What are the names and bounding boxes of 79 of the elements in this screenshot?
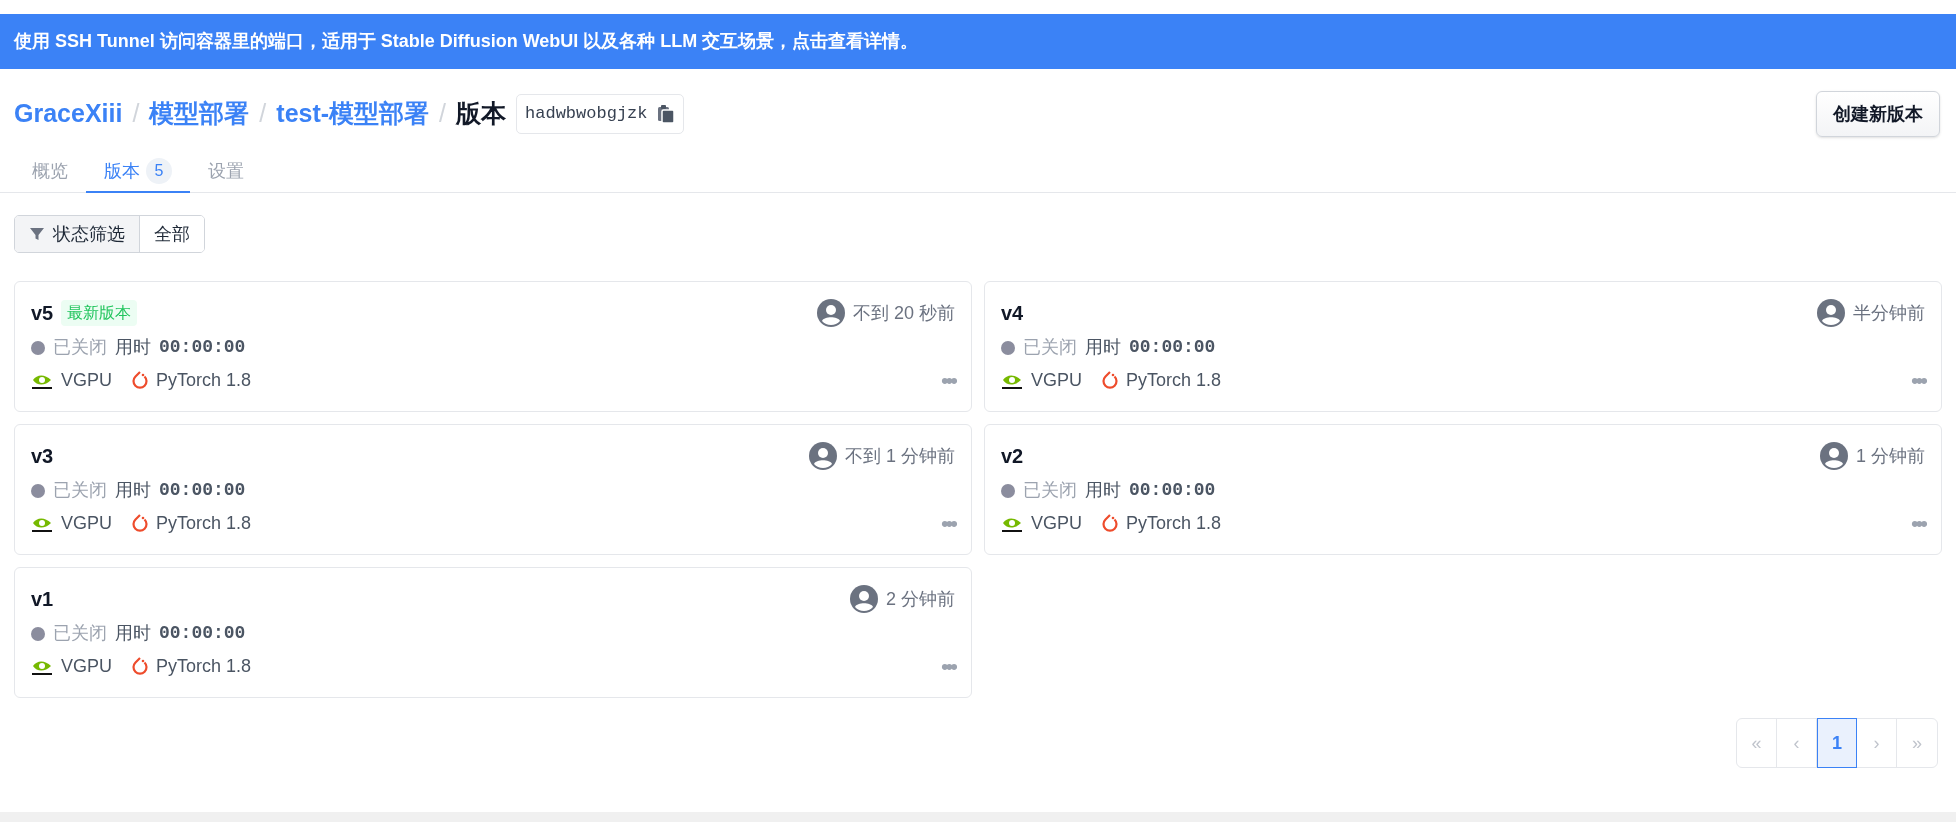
status-dot-icon	[1001, 340, 1015, 355]
framework-name: PyTorch 1.8	[156, 655, 252, 678]
gpu-type: VGPU	[1031, 369, 1082, 392]
version-card[interactable]: v2 1 分钟前 已关闭 用时 00:00:00 VGPU PyTorch 1.8 •••	[984, 424, 1942, 555]
duration-value: 00:00:00	[159, 622, 246, 645]
page-button[interactable]: 1	[1817, 718, 1857, 768]
duration-value: 00:00:00	[1129, 336, 1216, 359]
framework-name: PyTorch 1.8	[156, 369, 252, 392]
breadcrumb-separator: /	[259, 98, 267, 130]
status-text: 已关闭	[53, 479, 107, 502]
more-menu-button[interactable]: •••	[1910, 369, 1925, 392]
status-text: 已关闭	[53, 622, 107, 645]
user-avatar-icon	[816, 299, 845, 327]
breadcrumb-separator: /	[132, 98, 140, 130]
gpu-type: VGPU	[61, 655, 112, 678]
filter-icon	[29, 226, 45, 242]
create-version-button[interactable]: 创建新版本	[1816, 91, 1940, 137]
breadcrumb-separator: /	[439, 98, 447, 130]
version-name: v3	[31, 444, 54, 469]
user-avatar-icon	[1817, 299, 1845, 327]
version-name: v5	[31, 301, 54, 326]
tab[interactable]: 概览	[14, 151, 86, 193]
duration-label: 用时	[115, 622, 151, 645]
gpu-type: VGPU	[61, 512, 112, 535]
version-name: v2	[1001, 444, 1024, 469]
status-text: 已关闭	[1023, 336, 1077, 359]
breadcrumb-current: 版本	[456, 98, 507, 130]
version-card[interactable]: v3 不到 1 分钟前 已关闭 用时 00:00:00 VGPU PyTorch 1.8 •••	[14, 424, 972, 555]
created-time: 不到 1 分钟前	[845, 444, 955, 468]
duration-value: 00:00:00	[159, 479, 246, 502]
status-dot-icon	[31, 340, 45, 355]
latest-badge: 最新版本	[61, 300, 138, 326]
version-card[interactable]: v4 半分钟前 已关闭 用时 00:00:00 VGPU PyTorch 1.8 •••	[984, 281, 1942, 412]
duration-label: 用时	[1085, 479, 1121, 502]
user-avatar-icon	[850, 585, 878, 613]
framework-logo-icon	[132, 656, 148, 677]
version-card[interactable]: v1 2 分钟前 已关闭 用时 00:00:00 VGPU PyTorch 1.8 •••	[14, 567, 972, 698]
more-menu-button[interactable]: •••	[1910, 512, 1925, 535]
breadcrumb-link[interactable]: GraceXiii	[14, 95, 123, 133]
created-time: 半分钟前	[1853, 301, 1925, 325]
announcement-banner[interactable]: 使用 SSH Tunnel 访问容器里的端口，适用于 Stable Diffusion WebUI 以及各种 LLM 交互场景，点击查看详情。	[0, 14, 1956, 69]
tab[interactable]: 版本 5	[86, 151, 190, 193]
created-time: 不到 20 秒前	[852, 301, 955, 325]
count-badge: 5	[146, 158, 172, 184]
user-avatar-icon	[809, 442, 837, 470]
user-avatar-icon	[1820, 442, 1848, 470]
framework-logo-icon	[132, 370, 148, 391]
framework-logo-icon	[132, 513, 148, 534]
status-text: 已关闭	[1023, 479, 1077, 502]
status-dot-icon	[1001, 483, 1015, 498]
status-dot-icon	[31, 626, 45, 641]
framework-name: PyTorch 1.8	[1126, 512, 1222, 535]
tab[interactable]: 设置	[190, 151, 262, 193]
created-time: 2 分钟前	[886, 587, 955, 611]
framework-name: PyTorch 1.8	[156, 512, 252, 535]
version-name: v1	[31, 587, 54, 612]
breadcrumb-link[interactable]: test-模型部署	[276, 95, 430, 133]
duration-label: 用时	[1085, 336, 1121, 359]
duration-label: 用时	[115, 336, 151, 359]
deployment-id: hadwbwobgjzk	[525, 103, 648, 126]
gpu-type: VGPU	[61, 369, 112, 392]
more-menu-button[interactable]: •••	[940, 512, 955, 535]
framework-name: PyTorch 1.8	[1126, 369, 1222, 392]
more-menu-button[interactable]: •••	[940, 655, 955, 678]
framework-logo-icon	[1102, 370, 1118, 391]
created-time: 1 分钟前	[1856, 444, 1925, 468]
status-filter-button[interactable]: 状态筛选	[15, 216, 140, 252]
duration-label: 用时	[115, 479, 151, 502]
version-card[interactable]: v5 最新版本 不到 20 秒前 已关闭 用时 00:00:00 VGPU PyTorch 1.8 •••	[14, 281, 972, 412]
status-dot-icon	[31, 483, 45, 498]
framework-logo-icon	[1102, 513, 1118, 534]
gpu-type: VGPU	[1031, 512, 1082, 535]
status-text: 已关闭	[53, 336, 107, 359]
duration-value: 00:00:00	[159, 336, 246, 359]
breadcrumb-link[interactable]: 模型部署	[149, 95, 250, 133]
copy-icon[interactable]	[657, 104, 676, 124]
version-name: v4	[1001, 301, 1024, 326]
duration-value: 00:00:00	[1129, 479, 1216, 502]
more-menu-button[interactable]: •••	[940, 369, 955, 392]
